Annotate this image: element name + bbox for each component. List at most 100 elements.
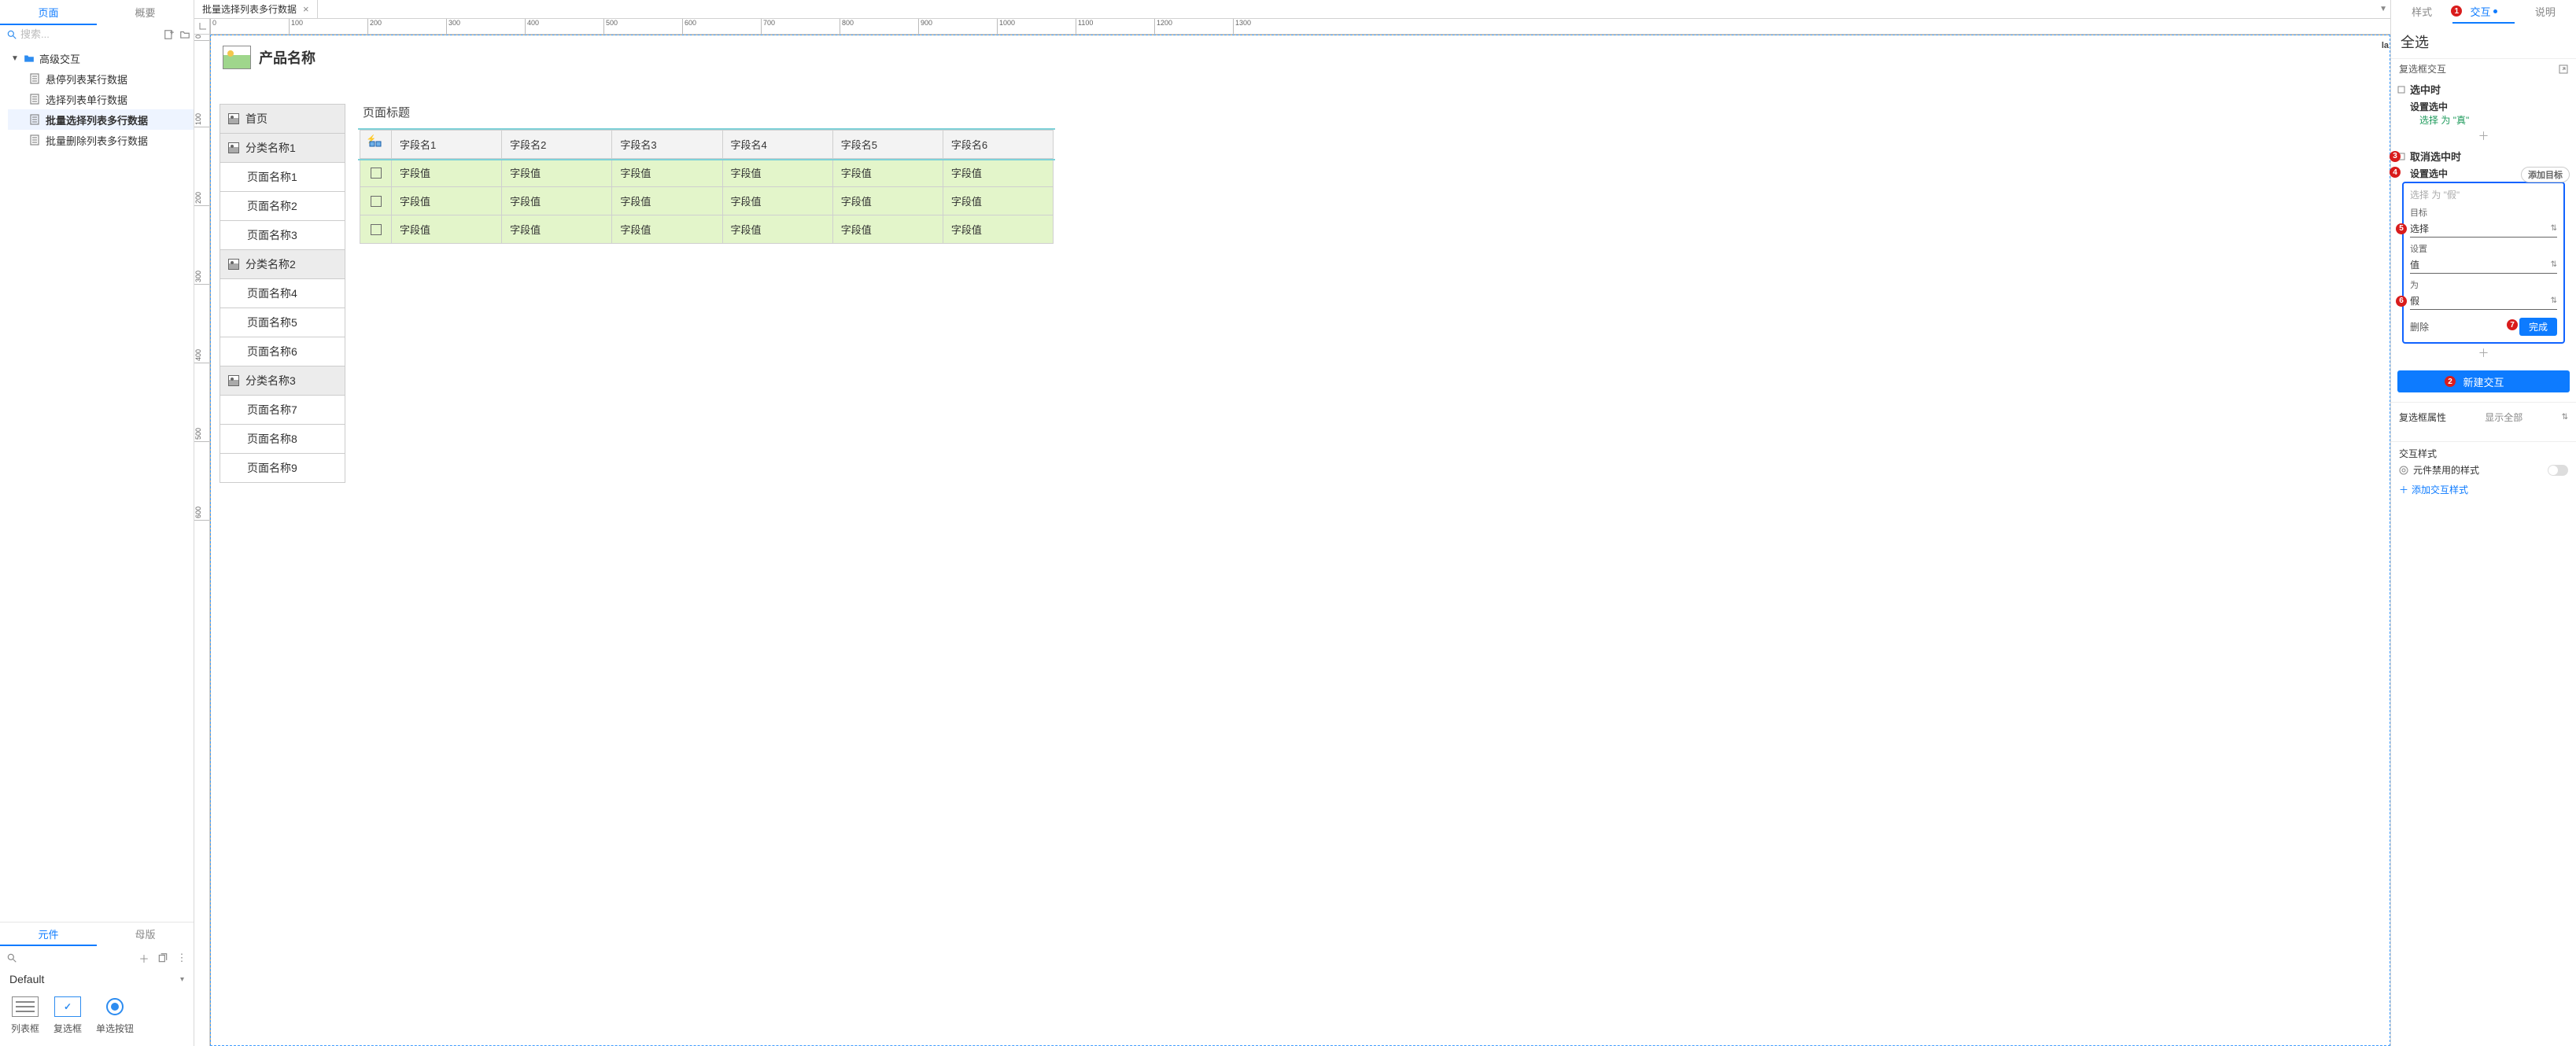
- tree-page-item[interactable]: 选择列表单行数据: [8, 89, 194, 109]
- checkbox-props-label: 复选框属性: [2399, 411, 2446, 424]
- tree-page-item[interactable]: 悬停列表某行数据: [8, 68, 194, 89]
- tree-page-item[interactable]: 批量选择列表多行数据: [8, 109, 194, 130]
- checkbox-icon[interactable]: [371, 168, 382, 179]
- to-value: 假: [2410, 294, 2419, 308]
- nav-item[interactable]: 页面名称3: [220, 220, 345, 250]
- set-value: 值: [2410, 258, 2419, 271]
- nav-item[interactable]: 页面名称1: [220, 162, 345, 192]
- disabled-style-toggle[interactable]: [2548, 465, 2568, 476]
- nav-item[interactable]: 页面名称4: [220, 278, 345, 308]
- nav-item[interactable]: 页面名称7: [220, 395, 345, 425]
- close-icon[interactable]: ×: [303, 3, 309, 15]
- widget-checkbox[interactable]: 复选框: [54, 996, 82, 1035]
- library-name[interactable]: Default: [9, 973, 44, 985]
- image-icon: [228, 259, 239, 270]
- select-all-icon[interactable]: [368, 138, 384, 151]
- badge-5: 5: [2396, 223, 2407, 234]
- table-row[interactable]: 字段值字段值字段值字段值字段值字段值: [360, 159, 1053, 187]
- lib-menu-icon[interactable]: [157, 952, 168, 963]
- nav-item[interactable]: 页面名称6: [220, 337, 345, 366]
- delete-action-button[interactable]: 删除: [2410, 320, 2429, 333]
- row-checkbox-cell[interactable]: [360, 215, 392, 243]
- nav-item[interactable]: 首页: [220, 104, 345, 134]
- add-action-icon[interactable]: ＋: [2397, 127, 2570, 145]
- nav-item-label: 页面名称6: [247, 344, 297, 359]
- horizontal-ruler[interactable]: 0100200300400500600700800900100011001200…: [210, 19, 2390, 35]
- done-button[interactable]: 7 完成: [2519, 318, 2557, 336]
- to-select[interactable]: 6 假 ⇅: [2410, 293, 2557, 310]
- product-logo: [223, 46, 251, 69]
- nav-item-label: 页面名称9: [247, 460, 297, 476]
- tree-folder[interactable]: ▼ 高级交互: [8, 48, 194, 68]
- new-interaction-button[interactable]: 2 新建交互: [2397, 370, 2570, 392]
- table-cell: 字段值: [723, 187, 833, 215]
- tab-notes[interactable]: 说明: [2515, 0, 2576, 24]
- tree-page-item[interactable]: 批量删除列表多行数据: [8, 130, 194, 150]
- selection-name[interactable]: 全选: [2391, 24, 2576, 58]
- expand-icon[interactable]: [2559, 64, 2568, 74]
- more-icon[interactable]: ⋮: [176, 952, 187, 963]
- vertical-ruler[interactable]: 0100200300400500600: [194, 35, 210, 1046]
- table-cell: 字段值: [502, 159, 612, 186]
- checkbox-icon[interactable]: [371, 224, 382, 235]
- tab-masters[interactable]: 母版: [97, 923, 194, 946]
- set-select[interactable]: 值 ⇅: [2410, 256, 2557, 274]
- target-select[interactable]: 5 选择 ⇅: [2410, 220, 2557, 238]
- widget-listbox[interactable]: 列表框: [11, 996, 39, 1035]
- add-folder-icon[interactable]: [179, 29, 190, 40]
- nav-item[interactable]: 页面名称5: [220, 308, 345, 337]
- doc-tab-current[interactable]: 批量选择列表多行数据 ×: [194, 0, 318, 18]
- nav-item[interactable]: 分类名称1: [220, 133, 345, 163]
- tab-dropdown-icon[interactable]: ▼: [2379, 5, 2387, 13]
- action-set-selected-1[interactable]: 设置选中: [2397, 100, 2570, 113]
- tab-outline[interactable]: 概要: [97, 0, 194, 25]
- table-cell: 字段值: [612, 215, 722, 243]
- nav-item-label: 页面名称1: [247, 169, 297, 185]
- prototype-sidebar: 首页分类名称1 页面名称1 页面名称2 页面名称3 分类名称2 页面名称4页面名称5 页面名…: [220, 104, 345, 482]
- canvas[interactable]: la 产品名称 首页分类名称1页面名称1页面名称2页面名称3分类名称2页面名称4…: [210, 35, 2390, 1046]
- inspector-panel: 样式 1 交互 说明 全选 复选框交互 选中时 设置选中 选择 为 "真": [2390, 0, 2576, 1046]
- nav-item[interactable]: 分类名称3: [220, 366, 345, 396]
- image-icon: [228, 113, 239, 124]
- tab-interactions[interactable]: 1 交互: [2452, 0, 2514, 24]
- disabled-style-label: 元件禁用的样式: [2413, 463, 2479, 477]
- table-cell: 字段值: [723, 215, 833, 243]
- add-ix-style-button[interactable]: ＋ 添加交互样式: [2399, 483, 2468, 496]
- nav-item-label: 页面名称3: [247, 227, 297, 243]
- show-all-link[interactable]: 显示全部: [2485, 411, 2522, 424]
- target-label: 目标: [2410, 206, 2557, 219]
- badge-1: 1: [2451, 6, 2462, 17]
- page-search[interactable]: [6, 28, 159, 40]
- nav-item[interactable]: 页面名称8: [220, 424, 345, 454]
- table-cell: 字段值: [502, 187, 612, 215]
- nav-item[interactable]: 页面名称9: [220, 453, 345, 483]
- row-checkbox-cell[interactable]: [360, 159, 392, 186]
- tab-widgets[interactable]: 元件: [0, 923, 97, 946]
- row-checkbox-cell[interactable]: [360, 187, 392, 215]
- chevron-updown-icon: ⇅: [2551, 296, 2557, 305]
- action-set-selected-2[interactable]: 4 设置选中 添加目标: [2397, 167, 2570, 180]
- table-row[interactable]: 字段值字段值字段值字段值字段值字段值: [360, 215, 1053, 243]
- table-row[interactable]: 字段值字段值字段值字段值字段值字段值: [360, 187, 1053, 215]
- add-target-button[interactable]: 添加目标: [2521, 167, 2570, 182]
- event-checked[interactable]: 选中时: [2397, 79, 2570, 100]
- caret-down-icon: ▼: [11, 54, 19, 63]
- left-lower-tabs: 元件 母版: [0, 923, 194, 946]
- table-cell: 字段值: [833, 187, 943, 215]
- page-search-input[interactable]: [20, 28, 159, 40]
- nav-item-label: 分类名称2: [245, 256, 296, 272]
- tab-style[interactable]: 样式: [2391, 0, 2452, 24]
- event-unchecked[interactable]: 3 取消选中时: [2397, 145, 2570, 167]
- widget-radio[interactable]: 单选按钮: [96, 996, 134, 1035]
- checkbox-icon[interactable]: [371, 196, 382, 207]
- nav-item[interactable]: 页面名称2: [220, 191, 345, 221]
- add-page-icon[interactable]: [164, 29, 175, 40]
- nav-item-label: 首页: [245, 111, 268, 127]
- tab-pages[interactable]: 页面: [0, 0, 97, 25]
- canvas-area: 批量选择列表多行数据 × ▼ 0100200300400500600700800…: [194, 0, 2390, 1046]
- widget-search-icon[interactable]: [6, 952, 17, 963]
- nav-item[interactable]: 分类名称2: [220, 249, 345, 279]
- select-all-cell[interactable]: [360, 131, 392, 158]
- add-lib-icon[interactable]: ＋: [138, 952, 149, 963]
- add-action-icon-2[interactable]: ＋: [2397, 344, 2570, 363]
